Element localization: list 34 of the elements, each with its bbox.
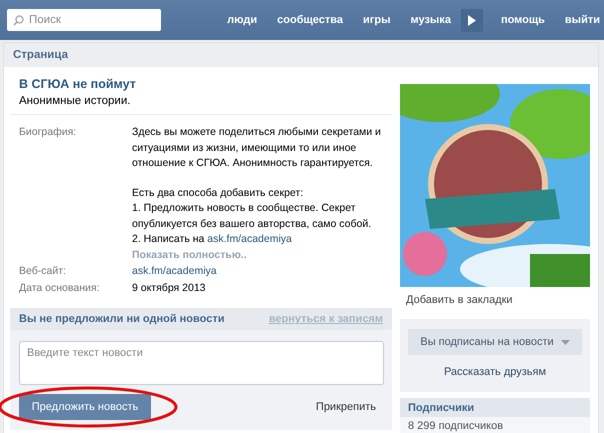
nav-link[interactable]: выйти: [554, 14, 604, 26]
info-label: Дата основания:: [18, 280, 100, 296]
tell-friends-link[interactable]: Рассказать друзьям: [444, 366, 546, 378]
nav-link[interactable]: помощь: [490, 14, 555, 26]
page-header: Страница: [4, 43, 598, 67]
bio-line: 1. Предложить новость в сообществе. Секрет опубликуется без вашего авторства, само собой.: [132, 201, 372, 232]
play-icon: [468, 14, 476, 26]
info-value: 9 октября 2013: [132, 282, 206, 294]
bio-line: Есть два способа добавить секрет:: [132, 186, 304, 200]
subscribed-dropdown[interactable]: Вы подписаны на новости: [408, 329, 582, 355]
group-status: Анонимные истории.: [18, 94, 132, 109]
subscribers-count: 8 299 подписчиков: [407, 419, 504, 433]
bookmark-link[interactable]: Добавить в закладки: [406, 293, 590, 307]
website-link[interactable]: ask.fm/academiya: [132, 265, 217, 277]
suggest-title: Вы не предложили ни одной новости: [19, 313, 224, 325]
show-more-link[interactable]: Показать полностью..: [132, 248, 247, 263]
nav-link[interactable]: музыка: [400, 14, 461, 26]
nav-link[interactable]: сообщества: [267, 14, 354, 26]
bio-text: Здесь вы можете поделиться любыми секретами и ситуациями из жизни, имеющими то или иное отношение к СГЮА. Анонимность гарантируется.: [132, 125, 382, 171]
bio-line: 2. Написать на ask.fm/academiya: [132, 232, 293, 247]
search-field[interactable]: Поиск: [7, 9, 161, 31]
nav-link[interactable]: игры: [353, 14, 400, 26]
search-icon: [13, 15, 24, 26]
play-button[interactable]: [460, 8, 483, 32]
suggest-news-button[interactable]: Предложить новость: [19, 394, 151, 420]
nav-link[interactable]: люди: [217, 14, 268, 26]
info-label: Веб-сайт:: [18, 264, 67, 279]
info-label: Биография:: [18, 125, 78, 140]
news-input-field[interactable]: Введите текст новости: [19, 341, 384, 385]
group-name: В СГЮА не поймут: [18, 76, 137, 92]
bio-link[interactable]: ask.fm/academiya: [207, 233, 292, 245]
subscribers-header: Подписчики: [400, 398, 590, 417]
attach-link[interactable]: Прикрепить: [316, 401, 376, 413]
caret-icon: [560, 340, 570, 344]
